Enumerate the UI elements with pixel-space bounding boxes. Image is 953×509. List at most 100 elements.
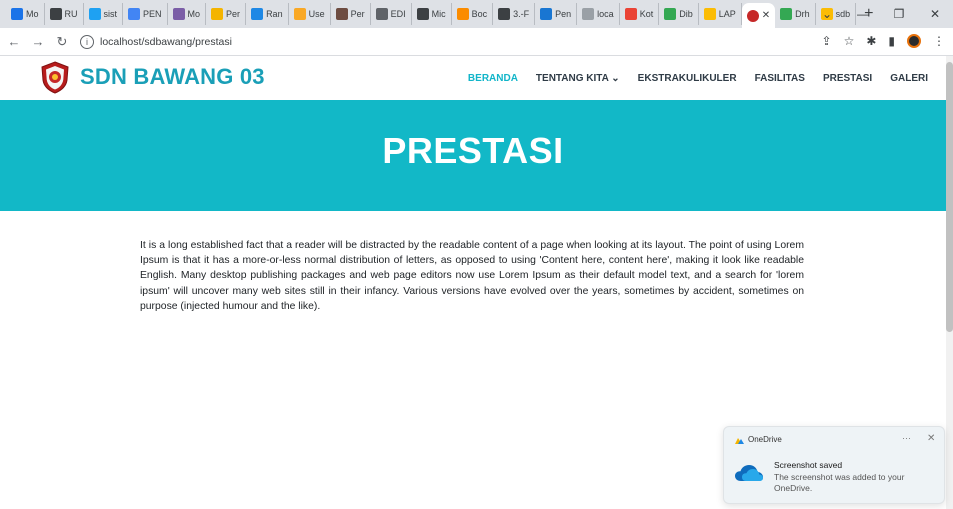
- address-bar[interactable]: i localhost/sdbawang/prestasi: [80, 32, 950, 52]
- tab-label: EDI: [390, 9, 406, 19]
- tab-favicon-icon: [746, 9, 759, 22]
- back-button[interactable]: ←: [4, 34, 24, 49]
- tab-favicon-icon: [582, 8, 595, 20]
- tab-label: 3.-F: [513, 9, 530, 19]
- restore-button[interactable]: ❐: [881, 7, 917, 21]
- nav-item-ekstrakulikuler[interactable]: EKSTRAKULIKULER: [638, 73, 737, 84]
- tab-label: PEN: [143, 9, 162, 19]
- tab-label: Use: [308, 9, 325, 19]
- tab-favicon-icon: [49, 8, 62, 20]
- tab-label: Per: [226, 9, 241, 19]
- tab-label: LAP: [718, 9, 736, 19]
- browser-tab[interactable]: EDI: [371, 3, 412, 25]
- content-paragraph: It is a long established fact that a rea…: [140, 240, 804, 312]
- hero-banner: PRESTASI: [0, 100, 946, 211]
- browser-tab[interactable]: Mic: [412, 3, 452, 25]
- tab-label: loca: [597, 9, 614, 19]
- window-controls: ⌄ — ❐ ✕: [809, 0, 953, 28]
- browser-tab[interactable]: Boc: [452, 3, 494, 25]
- main-navigation: BERANDA TENTANG KITA ⌄ EKSTRAKULIKULER FASI…: [468, 56, 928, 100]
- tab-favicon-icon: [456, 8, 469, 20]
- browser-tab-strip: Mo RU sist PEN Mo Per Ran Use Per EDI Mic Boc 3.-F Pe…: [0, 0, 953, 28]
- tab-favicon-icon: [172, 8, 185, 20]
- browser-tab[interactable]: Pen: [535, 3, 578, 25]
- onedrive-small-icon: [735, 438, 744, 444]
- browser-tab[interactable]: Mo: [168, 3, 207, 25]
- notification-app-name: OneDrive: [748, 435, 782, 444]
- tab-active[interactable]: ✕: [741, 3, 776, 28]
- side-panel-icon[interactable]: ▮: [888, 34, 895, 48]
- tab-favicon-icon: [128, 8, 141, 20]
- site-header: SDN BAWANG 03 BERANDA TENTANG KITA ⌄ EKSTR…: [0, 56, 946, 100]
- browser-tab[interactable]: PEN: [123, 3, 168, 25]
- tab-favicon-icon: [375, 8, 388, 20]
- browser-tab[interactable]: RU: [45, 3, 84, 25]
- browser-tab[interactable]: Use: [289, 3, 331, 25]
- browser-tab[interactable]: Mo: [6, 3, 45, 25]
- browser-tab[interactable]: Dib: [659, 3, 699, 25]
- site-info-icon[interactable]: i: [80, 35, 94, 49]
- browser-tab[interactable]: 3.-F: [493, 3, 536, 25]
- tab-label: sist: [103, 9, 118, 19]
- forward-button[interactable]: →: [28, 34, 48, 49]
- page-title: PRESTASI: [382, 130, 564, 171]
- reload-button[interactable]: ↻: [52, 34, 72, 50]
- tab-label: Mic: [431, 9, 446, 19]
- school-logo[interactable]: [38, 60, 72, 94]
- notification-body: The screenshot was added to your OneDriv…: [774, 472, 905, 493]
- url-text: localhost/sdbawang/prestasi: [100, 36, 232, 48]
- tab-favicon-icon: [703, 8, 716, 20]
- share-icon[interactable]: ⇪: [822, 34, 832, 48]
- tab-favicon-icon: [540, 8, 553, 20]
- tab-close-icon[interactable]: ✕: [762, 10, 770, 21]
- tab-favicon-icon: [251, 8, 264, 20]
- nav-item-fasilitas[interactable]: FASILITAS: [755, 73, 805, 84]
- bookmark-star-icon[interactable]: ☆: [844, 34, 855, 48]
- tab-favicon-icon: [211, 8, 224, 20]
- nav-item-beranda[interactable]: BERANDA: [468, 73, 518, 84]
- profile-avatar[interactable]: [907, 34, 921, 48]
- tab-favicon-icon: [498, 8, 511, 20]
- browser-tab[interactable]: LAP: [699, 3, 742, 25]
- browser-tab[interactable]: loca: [577, 3, 620, 25]
- nav-item-galeri[interactable]: GALERI: [890, 73, 928, 84]
- extensions-icon[interactable]: ✱: [866, 34, 876, 48]
- browser-tab[interactable]: sist: [84, 3, 124, 25]
- scrollbar-thumb[interactable]: [946, 62, 953, 332]
- tab-label: Drh: [795, 9, 810, 19]
- onedrive-notification[interactable]: OneDrive ··· ✕ Screenshot saved The scre…: [723, 426, 945, 504]
- notification-close-button[interactable]: ✕: [927, 433, 935, 444]
- tab-label: Pen: [555, 9, 572, 19]
- tab-search-icon[interactable]: ⌄: [809, 7, 845, 21]
- tab-favicon-icon: [11, 8, 23, 20]
- tab-favicon-icon: [624, 8, 637, 20]
- tab-favicon-icon: [88, 8, 101, 20]
- tab-label: Kot: [639, 9, 654, 19]
- notification-title: Screenshot saved: [774, 460, 843, 470]
- browser-tab[interactable]: Per: [331, 3, 371, 25]
- browser-tab[interactable]: Kot: [620, 3, 660, 25]
- tab-label: Mo: [26, 9, 39, 19]
- tab-label: Ran: [266, 9, 283, 19]
- close-window-button[interactable]: ✕: [917, 7, 953, 21]
- nav-item-prestasi[interactable]: PRESTASI: [823, 73, 872, 84]
- browser-toolbar: ← → ↻ i localhost/sdbawang/prestasi ⇪ ☆ …: [0, 28, 953, 56]
- tab-label: Per: [350, 9, 365, 19]
- tab-list: Mo RU sist PEN Mo Per Ran Use Per EDI Mic Boc 3.-F Pe…: [6, 0, 857, 28]
- tab-favicon-icon: [335, 8, 348, 20]
- nav-item-tentang-kita[interactable]: TENTANG KITA ⌄: [536, 73, 620, 84]
- menu-kebab-icon[interactable]: ⋮: [933, 34, 945, 48]
- browser-tab[interactable]: Per: [206, 3, 247, 25]
- tab-label: RU: [64, 9, 78, 19]
- notification-more-button[interactable]: ···: [902, 433, 911, 443]
- tab-label: Mo: [187, 9, 201, 19]
- site-brand-name[interactable]: SDN BAWANG 03: [80, 64, 265, 90]
- minimize-button[interactable]: —: [845, 7, 881, 21]
- tab-label: Dib: [679, 9, 693, 19]
- browser-tab[interactable]: Ran: [246, 3, 289, 25]
- tab-favicon-icon: [664, 8, 677, 20]
- tab-favicon-icon: [416, 8, 429, 20]
- toolbar-actions: ⇪ ☆ ✱ ▮ ⋮: [822, 34, 945, 48]
- onedrive-cloud-icon: [735, 465, 763, 481]
- tab-favicon-icon: [293, 8, 306, 20]
